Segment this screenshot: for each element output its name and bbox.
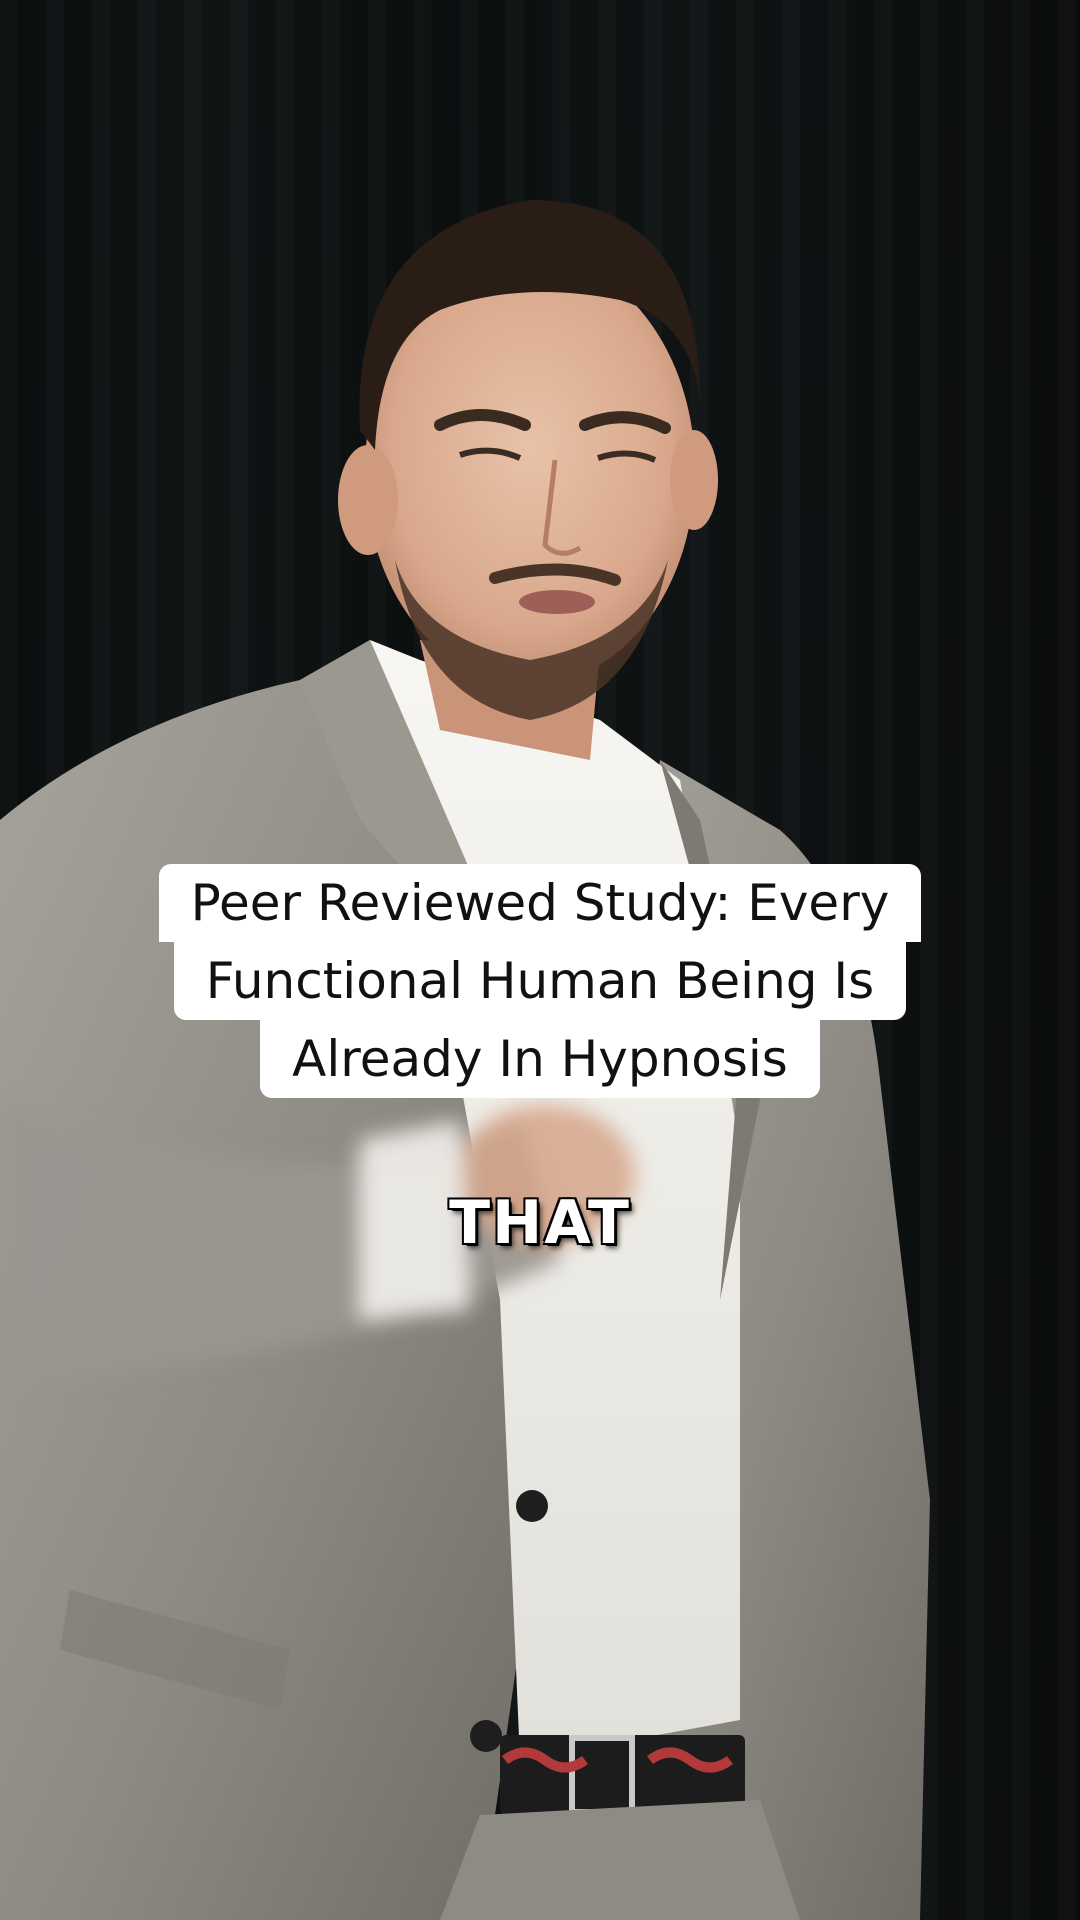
jacket-button-lower	[470, 1720, 502, 1752]
caption-line-1: Peer Reviewed Study: Every	[158, 864, 922, 942]
ear-right	[670, 430, 718, 530]
caption-line-3: Already In Hypnosis	[260, 1020, 820, 1098]
video-frame: Peer Reviewed Study: Every Functional Hu…	[0, 0, 1080, 1920]
mouth	[519, 590, 595, 614]
caption-line-2: Functional Human Being Is	[173, 942, 907, 1020]
spoken-word-subtitle: THAT	[449, 1188, 631, 1258]
jacket-button-upper	[516, 1490, 548, 1522]
overlay-caption: Peer Reviewed Study: Every Functional Hu…	[0, 864, 1080, 1098]
trousers	[440, 1800, 800, 1920]
ear-left	[338, 445, 398, 555]
